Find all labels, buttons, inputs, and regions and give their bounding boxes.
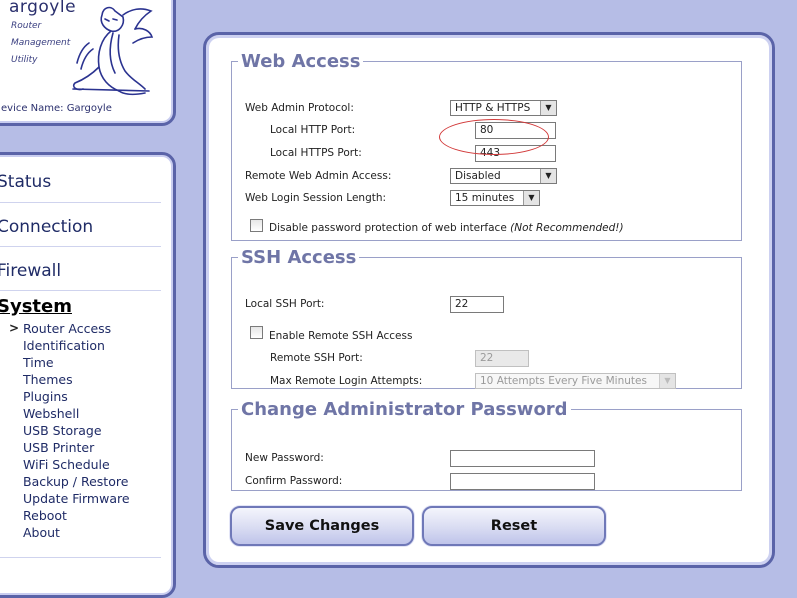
session-length-value: 15 minutes <box>455 192 515 204</box>
submenu-reboot[interactable]: Reboot <box>23 507 130 524</box>
change-password-heading: Change Administrator Password <box>241 399 568 420</box>
chevron-down-icon: ▼ <box>540 169 556 183</box>
submenu-wifi-schedule[interactable]: WiFi Schedule <box>23 456 130 473</box>
ssh-access-heading: SSH Access <box>241 247 357 268</box>
submenu-backup-restore[interactable]: Backup / Restore <box>23 473 130 490</box>
nav-divider <box>0 202 161 203</box>
web-access-section: Web Access Web Admin Protocol: HTTP & HT… <box>231 51 742 241</box>
web-access-heading: Web Access <box>241 51 361 72</box>
max-login-attempts-select[interactable]: 10 Attempts Every Five Minutes ▼ <box>475 373 676 389</box>
submenu-usb-storage[interactable]: USB Storage <box>23 422 130 439</box>
active-item-marker: > <box>9 321 20 335</box>
main-panel: Web Access Web Admin Protocol: HTTP & HT… <box>203 32 775 568</box>
submenu-router-access[interactable]: Router Access <box>23 320 130 337</box>
disable-password-checkbox[interactable] <box>250 219 263 232</box>
device-name-label: evice Name: Gargoyle <box>1 103 112 114</box>
remote-ssh-port-label: Remote SSH Port: <box>270 352 363 364</box>
submenu-identification[interactable]: Identification <box>23 337 130 354</box>
local-https-port-input[interactable]: 443 <box>475 145 556 162</box>
submenu-time[interactable]: Time <box>23 354 130 371</box>
local-https-port-label: Local HTTPS Port: <box>270 147 362 159</box>
enable-remote-ssh-checkbox[interactable] <box>250 326 263 339</box>
remote-web-admin-value: Disabled <box>455 170 501 182</box>
local-http-port-input[interactable]: 80 <box>475 122 556 139</box>
save-changes-button[interactable]: Save Changes <box>230 506 414 546</box>
new-password-input[interactable] <box>450 450 595 467</box>
local-ssh-port-input[interactable]: 22 <box>450 296 504 313</box>
web-admin-protocol-label: Web Admin Protocol: <box>245 102 354 114</box>
session-length-select[interactable]: 15 minutes ▼ <box>450 190 540 206</box>
chevron-down-icon: ▼ <box>659 374 675 388</box>
nav-divider <box>0 290 161 291</box>
confirm-password-label: Confirm Password: <box>245 475 343 487</box>
local-ssh-port-label: Local SSH Port: <box>245 298 325 310</box>
remote-ssh-port-input[interactable]: 22 <box>475 350 529 367</box>
logo-subtitle-utility: Utility <box>11 55 38 65</box>
session-length-label: Web Login Session Length: <box>245 192 387 204</box>
remote-web-admin-select[interactable]: Disabled ▼ <box>450 168 557 184</box>
new-password-label: New Password: <box>245 452 324 464</box>
nav-item-status[interactable]: Status <box>0 172 51 192</box>
logo-panel: argoyle Router Management Utility evice … <box>0 0 176 126</box>
reset-button[interactable]: Reset <box>422 506 606 546</box>
gargoyle-logo-icon <box>72 6 154 96</box>
max-login-attempts-value: 10 Attempts Every Five Minutes <box>480 375 647 387</box>
ssh-access-section: SSH Access Local SSH Port: 22 Enable Rem… <box>231 247 742 389</box>
local-http-port-label: Local HTTP Port: <box>270 124 356 136</box>
submenu-plugins[interactable]: Plugins <box>23 388 130 405</box>
nav-item-system[interactable]: System <box>0 296 72 317</box>
max-login-attempts-label: Max Remote Login Attempts: <box>270 375 423 387</box>
disable-password-text: Disable password protection of web inter… <box>269 222 507 234</box>
web-admin-protocol-select[interactable]: HTTP & HTTPS ▼ <box>450 100 557 116</box>
submenu-about[interactable]: About <box>23 524 130 541</box>
change-password-section: Change Administrator Password New Passwo… <box>231 399 742 491</box>
remote-web-admin-label: Remote Web Admin Access: <box>245 170 392 182</box>
nav-item-firewall[interactable]: Firewall <box>0 261 61 281</box>
chevron-down-icon: ▼ <box>540 101 556 115</box>
nav-divider <box>0 246 161 247</box>
disable-password-label: Disable password protection of web inter… <box>269 222 624 234</box>
sidebar-nav: Status Connection Firewall System > Rout… <box>0 152 176 598</box>
submenu-themes[interactable]: Themes <box>23 371 130 388</box>
submenu-update-firmware[interactable]: Update Firmware <box>23 490 130 507</box>
not-recommended-note: (Not Recommended!) <box>510 222 624 234</box>
enable-remote-ssh-label: Enable Remote SSH Access <box>269 330 413 342</box>
confirm-password-input[interactable] <box>450 473 595 490</box>
submenu-usb-printer[interactable]: USB Printer <box>23 439 130 456</box>
web-admin-protocol-value: HTTP & HTTPS <box>455 102 531 114</box>
nav-divider <box>0 557 161 558</box>
submenu-webshell[interactable]: Webshell <box>23 405 130 422</box>
nav-item-connection[interactable]: Connection <box>0 217 93 237</box>
chevron-down-icon: ▼ <box>523 191 539 205</box>
system-submenu: Router Access Identification Time Themes… <box>23 320 130 541</box>
logo-subtitle-router: Router <box>11 21 42 31</box>
